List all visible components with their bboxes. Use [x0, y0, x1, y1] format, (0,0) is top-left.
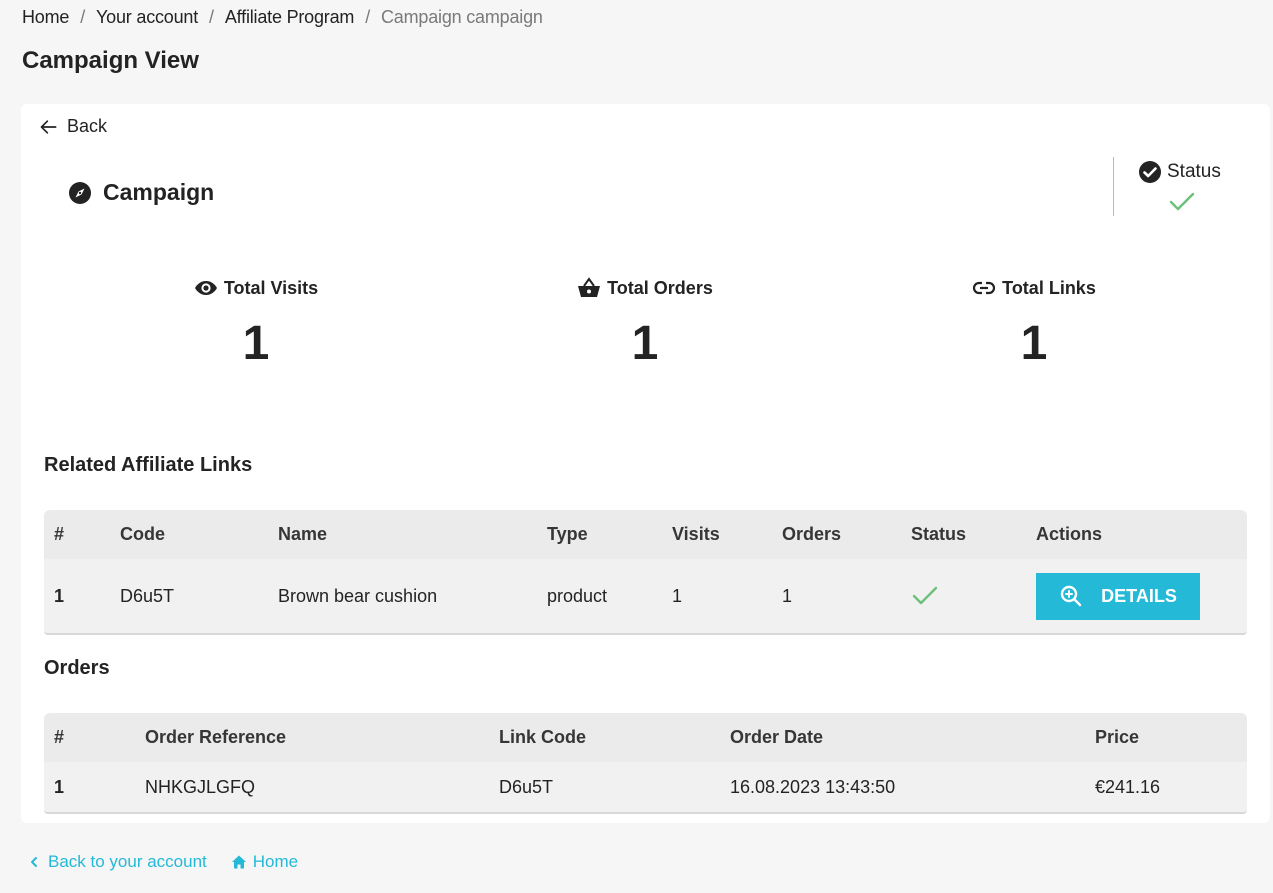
- breadcrumb-home[interactable]: Home: [22, 7, 69, 28]
- page-title: Campaign View: [22, 47, 199, 74]
- back-label: Back: [67, 116, 108, 136]
- campaign-title: Campaign: [103, 179, 215, 205]
- cell-type: product: [537, 559, 662, 635]
- check-circle-icon: [1139, 161, 1161, 183]
- status-panel: Status: [1113, 157, 1253, 216]
- column-header: Code: [110, 510, 268, 559]
- status-label: Status: [1167, 161, 1221, 182]
- campaign-heading: Campaign: [68, 179, 214, 206]
- arrow-left-icon: [40, 119, 57, 134]
- back-to-account-link[interactable]: Back to your account: [26, 852, 207, 872]
- column-header: Order Reference: [135, 713, 489, 762]
- breadcrumb-affiliate-program[interactable]: Affiliate Program: [225, 7, 355, 28]
- column-header: Price: [1085, 713, 1247, 762]
- cell-name: Brown bear cushion: [268, 559, 537, 635]
- stat-label: Total Links: [1002, 277, 1096, 298]
- column-header: #: [44, 510, 110, 559]
- cell-status: [901, 559, 1026, 635]
- orders-table: # Order Reference Link Code Order Date P…: [44, 713, 1247, 814]
- column-header: Link Code: [489, 713, 720, 762]
- orders-section-title: Orders: [44, 657, 110, 679]
- cell-price: €241.16: [1085, 762, 1247, 814]
- column-header: Name: [268, 510, 537, 559]
- compass-icon: [69, 181, 91, 204]
- stat-total-visits: Total Visits 1: [106, 276, 406, 371]
- cell-num: 1: [44, 559, 110, 635]
- cell-date: 16.08.2023 13:43:50: [720, 762, 1085, 814]
- breadcrumb-separator: /: [80, 7, 86, 27]
- details-label: DETAILS: [1101, 585, 1177, 606]
- details-button[interactable]: DETAILS: [1036, 572, 1200, 620]
- home-icon: [231, 855, 246, 869]
- home-link[interactable]: Home: [231, 852, 298, 872]
- column-header: Visits: [662, 510, 772, 559]
- breadcrumb-separator: /: [209, 7, 214, 27]
- stat-total-links: Total Links 1: [884, 276, 1184, 371]
- breadcrumb-separator: /: [365, 7, 370, 27]
- column-header: Actions: [1026, 510, 1247, 559]
- chevron-left-icon: [31, 857, 37, 867]
- column-header: Status: [901, 510, 1026, 559]
- stat-total-orders: Total Orders 1: [495, 276, 795, 371]
- cell-link-code: D6u5T: [489, 762, 720, 814]
- stat-value: 1: [631, 317, 659, 370]
- column-header: Order Date: [720, 713, 1085, 762]
- table-row: 1 D6u5T Brown bear cushion product 1 1 D…: [44, 559, 1247, 635]
- breadcrumb: Home / Your account / Affiliate Program …: [22, 7, 543, 28]
- links-section-title: Related Affiliate Links: [44, 454, 253, 476]
- cell-visits: 1: [662, 559, 772, 635]
- table-header-row: # Code Name Type Visits Orders Status Ac…: [44, 510, 1247, 559]
- breadcrumb-current: Campaign campaign: [381, 7, 543, 27]
- footer-links: Back to your account Home: [26, 852, 298, 872]
- cell-orders: 1: [772, 559, 901, 635]
- table-row: 1 NHKGJLGFQ D6u5T 16.08.2023 13:43:50 €2…: [44, 762, 1247, 814]
- column-header: Orders: [772, 510, 901, 559]
- link-icon: [973, 281, 996, 295]
- status-check-icon: [1169, 192, 1195, 211]
- campaign-card: Back Campaign Status Total Visits 1 Tota…: [21, 104, 1270, 823]
- cell-num: 1: [44, 762, 135, 814]
- stat-value: 1: [242, 317, 270, 370]
- cell-actions: DETAILS: [1026, 559, 1247, 635]
- stat-label: Total Orders: [607, 277, 713, 298]
- column-header: Type: [537, 510, 662, 559]
- cell-code: D6u5T: [110, 559, 268, 635]
- zoom-in-icon: [1060, 585, 1082, 607]
- eye-icon: [194, 281, 217, 295]
- status-heading: Status: [1138, 160, 1221, 184]
- status-check-icon: [912, 586, 938, 605]
- back-button[interactable]: Back: [39, 116, 107, 137]
- column-header: #: [44, 713, 135, 762]
- stat-value: 1: [1020, 317, 1048, 370]
- stat-label: Total Visits: [223, 277, 319, 298]
- back-to-account-label: Back to your account: [48, 852, 207, 871]
- basket-icon: [578, 277, 601, 297]
- breadcrumb-your-account[interactable]: Your account: [96, 7, 198, 28]
- table-header-row: # Order Reference Link Code Order Date P…: [44, 713, 1247, 762]
- cell-reference: NHKGJLGFQ: [135, 762, 489, 814]
- affiliate-links-table: # Code Name Type Visits Orders Status Ac…: [44, 510, 1247, 635]
- home-label: Home: [252, 852, 299, 871]
